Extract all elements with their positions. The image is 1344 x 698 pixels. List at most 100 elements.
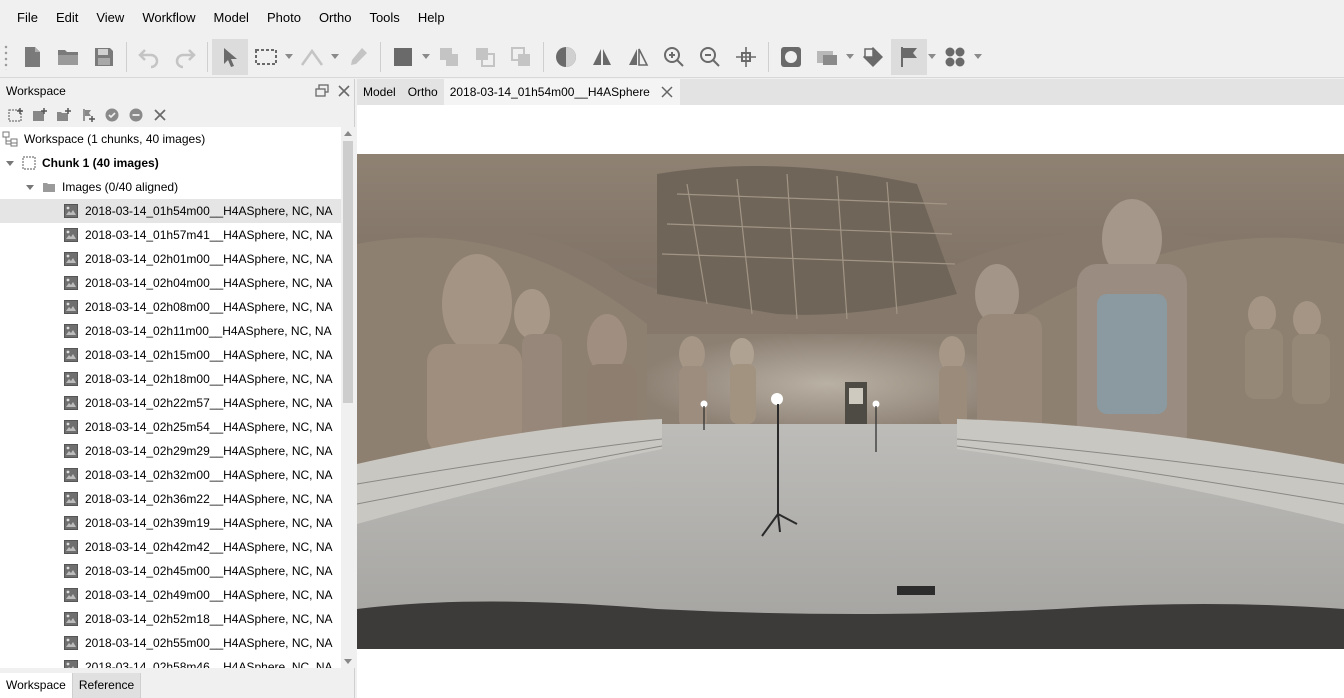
shapes-button[interactable] [937, 39, 973, 75]
add-chunk-button[interactable] [4, 105, 28, 125]
remove-items-button[interactable] [148, 105, 172, 125]
tree-image-item[interactable]: 2018-03-14_02h49m00__H4ASphere, NC, NA [0, 583, 341, 607]
menu-help[interactable]: Help [409, 0, 454, 36]
collapse-arrow-icon[interactable] [4, 157, 16, 169]
tree-image-item[interactable]: 2018-03-14_02h04m00__H4ASphere, NC, NA [0, 271, 341, 295]
tree-image-item[interactable]: 2018-03-14_02h01m00__H4ASphere, NC, NA [0, 247, 341, 271]
mask-dropdown[interactable] [845, 39, 855, 75]
polygon-dropdown[interactable] [421, 39, 431, 75]
add-folder-button[interactable] [52, 105, 76, 125]
flip-vertical-button[interactable] [620, 39, 656, 75]
tree-scrollbar[interactable] [341, 127, 355, 668]
rectangle-selection-button[interactable] [248, 39, 284, 75]
tree-image-item[interactable]: 2018-03-14_02h52m18__H4ASphere, NC, NA [0, 607, 341, 631]
shapes-dropdown[interactable] [973, 39, 983, 75]
save-button[interactable] [86, 39, 122, 75]
image-icon [64, 492, 78, 506]
draw-polygon-button[interactable] [385, 39, 421, 75]
tree-image-item[interactable]: 2018-03-14_02h58m46__H4ASphere, NC, NA [0, 655, 341, 668]
tree-image-item[interactable]: 2018-03-14_02h39m19__H4ASphere, NC, NA [0, 511, 341, 535]
enable-button[interactable] [100, 105, 124, 125]
flags-icon [901, 46, 917, 67]
main-toolbar [0, 36, 1344, 78]
toolbar-grip[interactable] [4, 43, 8, 70]
tree-image-item[interactable]: 2018-03-14_02h08m00__H4ASphere, NC, NA [0, 295, 341, 319]
tree-chunk[interactable]: Chunk 1 (40 images) [0, 151, 341, 175]
navigation-button[interactable] [212, 38, 248, 75]
image-icon [64, 468, 78, 482]
menu-view[interactable]: View [87, 0, 133, 36]
image-icon [64, 612, 78, 626]
tree-image-label: 2018-03-14_02h58m46__H4ASphere, NC, NA [85, 660, 333, 668]
intersect-shape-button[interactable] [503, 39, 539, 75]
disable-button[interactable] [124, 105, 148, 125]
add-marker-button[interactable] [76, 105, 100, 125]
collapse-arrow-icon[interactable] [24, 181, 36, 193]
tree-image-item[interactable]: 2018-03-14_02h29m29__H4ASphere, NC, NA [0, 439, 341, 463]
redo-button[interactable] [167, 39, 203, 75]
tab-workspace[interactable]: Workspace [0, 673, 73, 698]
markers-button[interactable] [855, 39, 891, 75]
selection-dropdown[interactable] [284, 39, 294, 75]
open-button[interactable] [50, 39, 86, 75]
menu-edit[interactable]: Edit [47, 0, 87, 36]
menu-photo[interactable]: Photo [258, 0, 310, 36]
scroll-down-icon[interactable] [344, 657, 352, 665]
tree-image-item[interactable]: 2018-03-14_02h15m00__H4ASphere, NC, NA [0, 343, 341, 367]
tree-image-item[interactable]: 2018-03-14_02h32m00__H4ASphere, NC, NA [0, 463, 341, 487]
contrast-button[interactable] [548, 39, 584, 75]
tree-image-label: 2018-03-14_01h57m41__H4ASphere, NC, NA [85, 228, 333, 242]
tab-photo[interactable]: 2018-03-14_01h54m00__H4ASphere [443, 79, 680, 105]
zoom-in-button[interactable] [656, 39, 692, 75]
undo-button[interactable] [131, 39, 167, 75]
reset-view-button[interactable] [728, 39, 764, 75]
panorama-image[interactable] [357, 154, 1344, 649]
menu-ortho[interactable]: Ortho [310, 0, 361, 36]
ruler-button[interactable] [294, 39, 330, 75]
show-cameras-button[interactable] [773, 39, 809, 75]
flags-dropdown[interactable] [927, 39, 937, 75]
chevron-down-icon [974, 53, 982, 59]
close-tab-icon[interactable] [660, 85, 674, 99]
zoom-out-button[interactable] [692, 39, 728, 75]
menu-model[interactable]: Model [205, 0, 258, 36]
tab-reference[interactable]: Reference [72, 673, 142, 698]
tree-image-item[interactable]: 2018-03-14_01h54m00__H4ASphere, NC, NA [0, 199, 341, 223]
scroll-up-icon[interactable] [344, 130, 352, 138]
add-photos-button[interactable] [28, 105, 52, 125]
tree-image-item[interactable]: 2018-03-14_02h36m22__H4ASphere, NC, NA [0, 487, 341, 511]
close-panel-icon[interactable] [336, 83, 352, 99]
tree-root[interactable]: Workspace (1 chunks, 40 images) [0, 127, 341, 151]
add-shape-button[interactable] [431, 39, 467, 75]
menu-workflow[interactable]: Workflow [133, 0, 204, 36]
tree-image-label: 2018-03-14_02h39m19__H4ASphere, NC, NA [85, 516, 333, 530]
tree-image-item[interactable]: 2018-03-14_01h57m41__H4ASphere, NC, NA [0, 223, 341, 247]
tab-model[interactable]: Model [357, 79, 402, 105]
workspace-pane: Workspace Workspace (1 chunks, 40 images… [0, 79, 355, 698]
tree-image-item[interactable]: 2018-03-14_02h55m00__H4ASphere, NC, NA [0, 631, 341, 655]
photo-viewer[interactable] [357, 105, 1344, 698]
navigation-icon [224, 47, 237, 67]
menu-file[interactable]: File [8, 0, 47, 36]
ruler-icon [300, 48, 324, 66]
show-mask-button[interactable] [809, 39, 845, 75]
tree-image-item[interactable]: 2018-03-14_02h22m57__H4ASphere, NC, NA [0, 391, 341, 415]
subtract-shape-button[interactable] [467, 39, 503, 75]
workspace-toolbar [0, 103, 354, 127]
menu-tools[interactable]: Tools [360, 0, 408, 36]
ruler-dropdown[interactable] [330, 39, 340, 75]
flags-button[interactable] [891, 38, 927, 75]
tree-image-item[interactable]: 2018-03-14_02h42m42__H4ASphere, NC, NA [0, 535, 341, 559]
tree-image-item[interactable]: 2018-03-14_02h18m00__H4ASphere, NC, NA [0, 367, 341, 391]
float-panel-icon[interactable] [314, 83, 330, 99]
tree-image-item[interactable]: 2018-03-14_02h25m54__H4ASphere, NC, NA [0, 415, 341, 439]
tree-image-item[interactable]: 2018-03-14_02h11m00__H4ASphere, NC, NA [0, 319, 341, 343]
tree-image-item[interactable]: 2018-03-14_02h45m00__H4ASphere, NC, NA [0, 559, 341, 583]
tab-ortho[interactable]: Ortho [401, 79, 444, 105]
new-file-button[interactable] [14, 39, 50, 75]
tree-folder[interactable]: Images (0/40 aligned) [0, 175, 341, 199]
brush-button[interactable] [340, 39, 376, 75]
scrollbar-thumb[interactable] [343, 141, 353, 403]
draw-polygon-icon [394, 47, 412, 66]
flip-horizontal-button[interactable] [584, 39, 620, 75]
